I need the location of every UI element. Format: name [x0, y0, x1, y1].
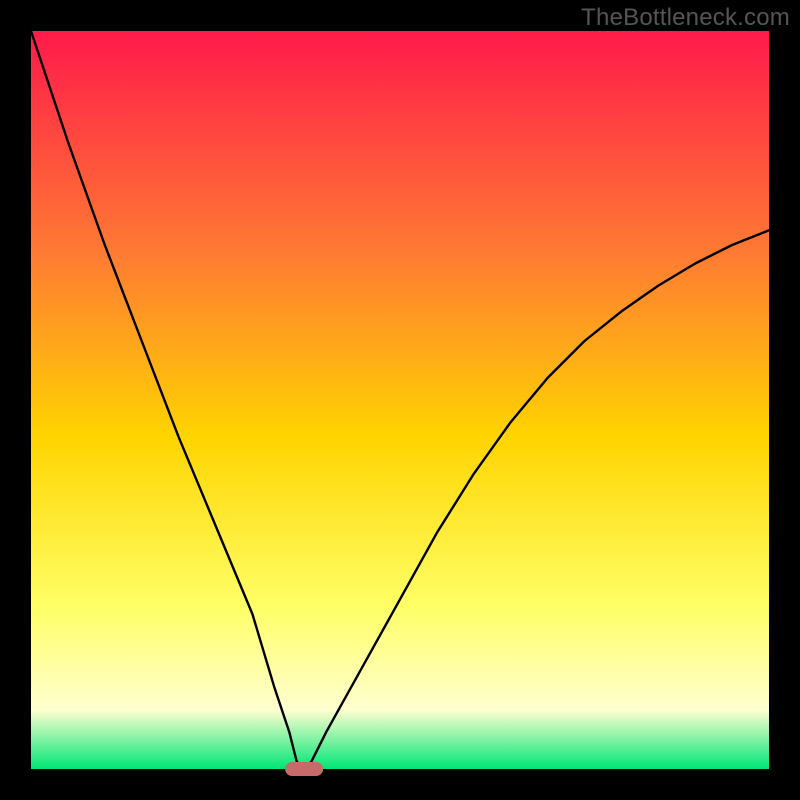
plot-area	[31, 31, 769, 769]
chart-frame: TheBottleneck.com	[0, 0, 800, 800]
bottleneck-chart	[0, 0, 800, 800]
watermark-text: TheBottleneck.com	[581, 4, 790, 32]
optimal-marker	[285, 762, 323, 776]
